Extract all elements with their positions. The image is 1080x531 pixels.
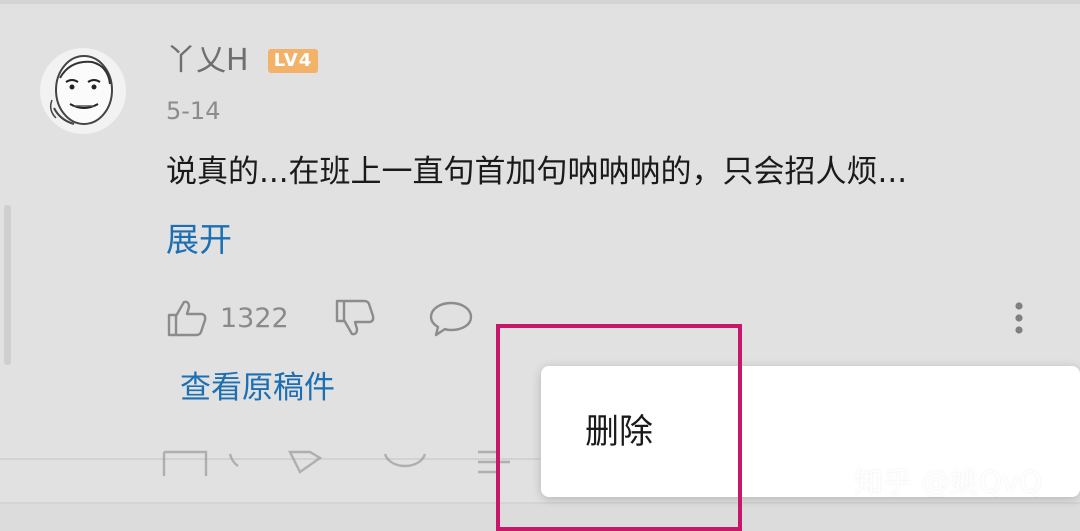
comment-bubble-icon [429, 301, 473, 337]
thumbs-down-icon [335, 299, 375, 336]
meme-face-icon [49, 55, 113, 125]
next-comment-icons [162, 450, 510, 476]
more-options-button[interactable] [1004, 292, 1034, 344]
next-comment-action-bar [160, 448, 550, 478]
more-vertical-icon [1015, 302, 1023, 334]
reply-button[interactable] [428, 292, 474, 344]
avatar[interactable] [40, 48, 126, 134]
view-original-link[interactable]: 查看原稿件 [180, 366, 335, 410]
level-badge: LV4 [268, 49, 318, 73]
scrollbar[interactable] [4, 205, 11, 365]
highlight-annotation-box [496, 324, 742, 531]
thumbs-up-icon [167, 300, 207, 337]
like-button[interactable]: 1322 [166, 292, 289, 344]
username[interactable]: 丫乂H [166, 42, 249, 80]
top-divider [0, 0, 1080, 4]
like-count: 1322 [220, 302, 289, 334]
watermark: 知乎 @姚QvQ [854, 465, 1043, 499]
comment-text: 说真的...在班上一直句首加句呐呐呐的，只会招人烦... [166, 154, 908, 190]
dislike-button[interactable] [334, 292, 376, 344]
comment-date: 5-14 [166, 97, 221, 125]
expand-link[interactable]: 展开 [166, 218, 232, 262]
